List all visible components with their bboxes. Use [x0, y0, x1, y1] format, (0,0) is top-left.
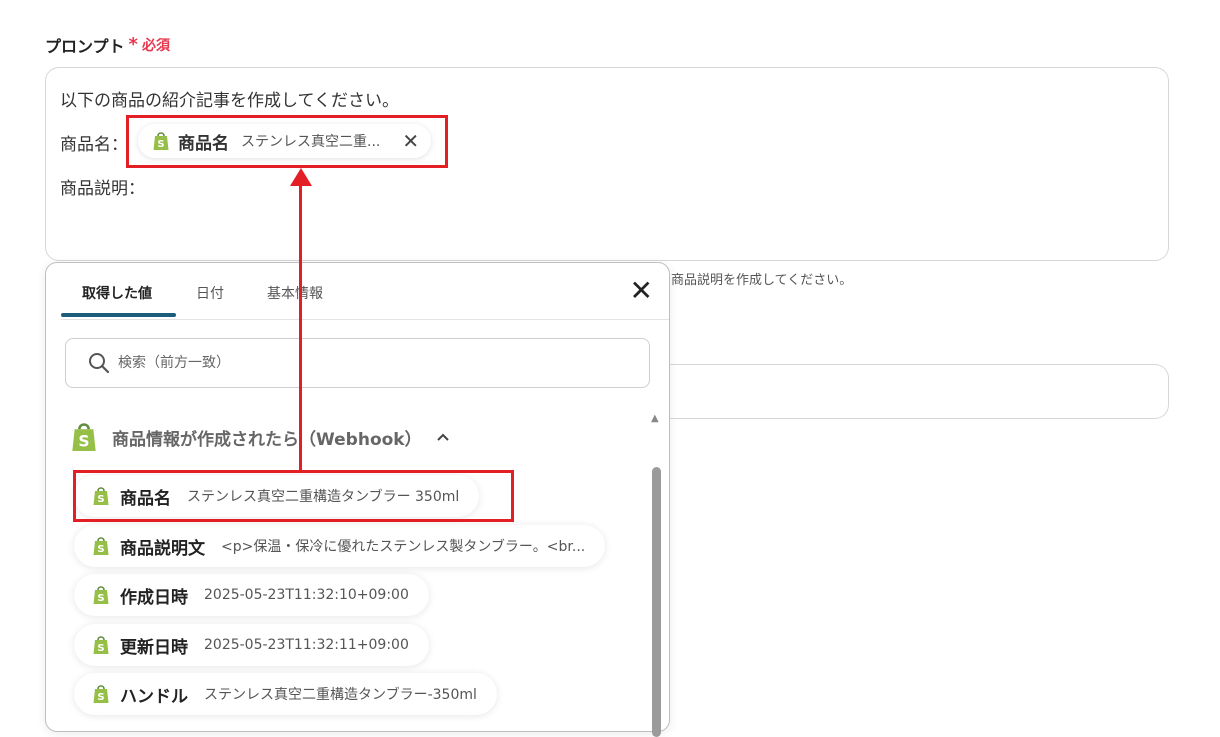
svg-text:S: S [97, 643, 104, 654]
tab-bar: 取得した値 日付 基本情報 [61, 263, 669, 320]
search-icon [89, 353, 110, 374]
list-item-description[interactable]: S 商品説明文 <p>保温・保冷に優れたステンレス製タンブラー。<br... [74, 525, 606, 567]
second-input[interactable] [640, 364, 1169, 419]
item-value: 2025-05-23T11:32:10+09:00 [204, 587, 409, 603]
tab-basic-info[interactable]: 基本情報 [267, 283, 323, 303]
item-name: 商品説明文 [120, 538, 205, 559]
item-value: ステンレス真空二重構造タンブラー-350ml [204, 687, 477, 703]
tab-acquired-values[interactable]: 取得した値 [82, 283, 152, 303]
highlight-box-pill [126, 115, 448, 168]
chevron-up-icon[interactable] [436, 432, 450, 442]
annotation-arrow-head [290, 168, 312, 186]
svg-text:S: S [97, 692, 104, 703]
required-star: * [128, 34, 138, 55]
list-item-created-at[interactable]: S 作成日時 2025-05-23T11:32:10+09:00 [74, 574, 429, 616]
field-label-text: プロンプト [45, 37, 125, 56]
scrollbar-thumb[interactable] [652, 467, 661, 737]
active-tab-indicator [61, 313, 176, 317]
list-item-updated-at[interactable]: S 更新日時 2025-05-23T11:32:11+09:00 [74, 624, 429, 666]
annotation-arrow-line [299, 180, 302, 470]
svg-text:S: S [97, 593, 104, 604]
tab-date[interactable]: 日付 [196, 283, 224, 303]
prompt-line-2-label: 商品名： [60, 135, 128, 155]
highlight-box-item [73, 470, 514, 522]
shopify-bag-icon: S [93, 685, 109, 703]
item-value: 2025-05-23T11:32:11+09:00 [204, 637, 409, 653]
prompt-line-1: 以下の商品の紹介記事を作成してください。 [60, 91, 399, 111]
search-field[interactable] [65, 338, 650, 388]
list-item-handle[interactable]: S ハンドル ステンレス真空二重構造タンブラー-350ml [74, 673, 497, 715]
scroll-up-arrow-icon[interactable]: ▲ [651, 413, 659, 424]
group-title: 商品情報が作成されたら（Webhook） [112, 429, 422, 450]
item-name: 更新日時 [120, 637, 188, 658]
field-label: プロンプト * 必須 [45, 33, 170, 57]
required-badge: 必須 [141, 38, 170, 54]
close-icon[interactable]: ✕ [630, 277, 653, 305]
search-input[interactable] [116, 354, 600, 372]
shopify-bag-icon: S [93, 586, 109, 604]
item-value: <p>保温・保冷に優れたステンレス製タンブラー。<br... [221, 539, 586, 555]
shopify-bag-icon: S [93, 636, 109, 654]
field-hint: 商品説明を作成してください。 [671, 273, 853, 288]
shopify-bag-icon: S [72, 423, 96, 451]
svg-text:S: S [97, 544, 104, 555]
item-name: ハンドル [120, 686, 188, 707]
group-header[interactable]: S 商品情報が作成されたら（Webhook） [70, 421, 450, 453]
svg-text:S: S [78, 432, 89, 450]
shopify-bag-icon: S [93, 537, 109, 555]
prompt-line-3-label: 商品説明： [60, 179, 145, 199]
item-name: 作成日時 [120, 587, 188, 608]
